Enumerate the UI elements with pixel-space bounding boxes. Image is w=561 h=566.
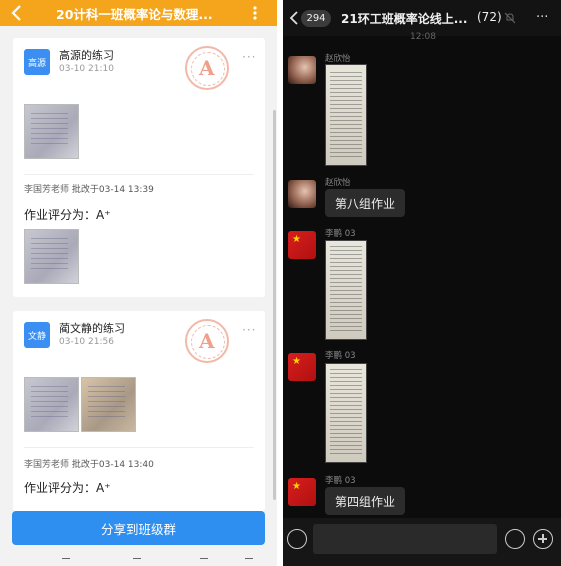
homework-photo[interactable] [24,104,79,159]
homework-photo[interactable] [24,377,79,432]
sender-name: 李鹏 03 [325,229,356,239]
divider [24,447,254,448]
class-title: 20计科一班概率论与数理... [56,7,213,22]
more-options-icon[interactable]: ··· [242,323,256,337]
homework-photo[interactable] [81,377,136,432]
stamp-letter: A [199,56,215,80]
message-input[interactable] [313,524,497,554]
plus-icon[interactable] [533,529,553,549]
sender-name: 赵欣怡 [325,178,351,188]
nav-menu-icon[interactable] [62,558,70,564]
homework-title: 蔺文静的练习 [59,322,125,335]
review-info: 李国芳老师 批改于03-14 13:39 [24,182,154,195]
back-arrow-icon[interactable] [8,3,26,23]
unread-badge[interactable]: 294 [301,10,331,27]
review-time: 批改于03-14 13:40 [71,460,154,470]
chat-timestamp: 12:08 [410,32,436,42]
emoji-icon[interactable] [505,529,525,549]
divider [24,174,254,175]
avatar[interactable] [288,353,316,381]
message-image[interactable] [325,240,367,340]
mute-icon [504,12,516,24]
student-avatar: 高源 [24,49,50,75]
avatar[interactable] [288,56,316,84]
back-arrow-icon[interactable] [289,11,299,25]
share-to-class-group-button[interactable]: 分享到班级群 [12,511,265,545]
grade-text: 作业评分为：A⁺ [24,208,111,222]
graded-photo[interactable] [24,229,79,284]
nav-back-icon[interactable] [200,558,208,564]
sender-name: 李鹏 03 [325,351,356,361]
group-title: 21环工班概率论线上... [341,12,468,26]
message-image[interactable] [325,64,367,166]
excellent-stamp-icon: A [185,319,229,363]
system-nav-bar [0,556,277,566]
sender-name: 赵欣怡 [325,54,351,64]
homework-card[interactable]: 文静 蔺文静的练习 03-10 21:56 A ··· 李国芳老师 批改于03-… [13,311,265,511]
message-bubble[interactable]: 第四组作业 [325,487,406,515]
homework-title: 高源的练习 [59,49,114,62]
grade-text: 作业评分为：A⁺ [24,481,111,495]
member-count: (72) [477,10,502,24]
homework-card[interactable]: 高源 高源的练习 03-10 21:10 A ··· 李国芳老师 批改于03-1… [13,38,265,297]
more-vertical-icon[interactable] [250,4,260,22]
review-time: 批改于03-14 13:39 [71,185,154,195]
group-chat-panel: 294 21环工班概率论线上... (72) ··· 12:08 赵欣怡 赵欣怡… [283,0,561,566]
reviewer-name: 李国芳老师 [24,185,70,195]
message-image[interactable] [325,363,367,463]
more-options-icon[interactable]: ··· [242,50,256,64]
avatar[interactable] [288,478,316,506]
avatar[interactable] [288,231,316,259]
reviewer-name: 李国芳老师 [24,460,70,470]
voice-icon[interactable] [287,529,307,549]
homework-panel: 20计科一班概率论与数理... 高源 高源的练习 03-10 21:10 A ·… [0,0,277,566]
submit-date: 03-10 21:10 [59,64,114,74]
submit-date: 03-10 21:56 [59,337,114,347]
sender-name: 李鹏 03 [325,476,356,486]
avatar[interactable] [288,180,316,208]
nav-home-icon[interactable] [133,558,141,564]
stamp-letter: A [199,329,215,353]
chat-header: 294 21环工班概率论线上... (72) ··· [283,0,561,36]
more-icon[interactable]: ··· [536,10,548,25]
scrollbar[interactable] [273,110,276,500]
review-info: 李国芳老师 批改于03-14 13:40 [24,457,154,470]
excellent-stamp-icon: A [185,46,229,90]
student-avatar: 文静 [24,322,50,348]
homework-header: 20计科一班概率论与数理... [0,0,277,26]
chat-input-bar [283,518,561,566]
message-bubble[interactable]: 第八组作业 [325,189,406,217]
nav-extra-icon[interactable] [245,558,253,564]
